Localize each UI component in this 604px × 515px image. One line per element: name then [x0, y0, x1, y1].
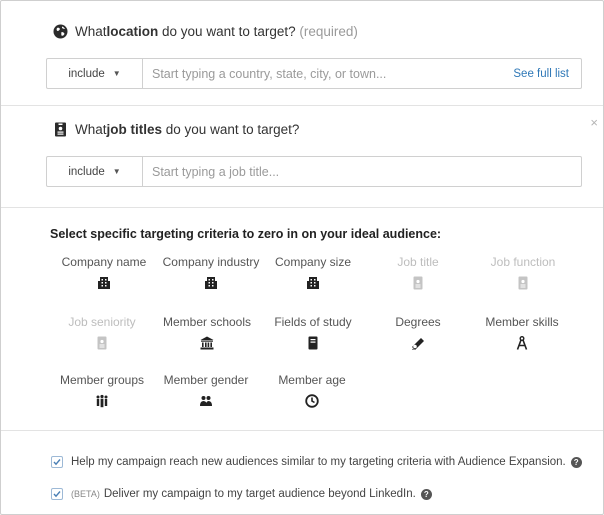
location-question-bold: location: [106, 24, 159, 39]
chevron-down-icon: ▼: [112, 167, 121, 176]
beyond-linkedin-option[interactable]: (BETA) Deliver my campaign to my target …: [51, 488, 432, 500]
badge-icon: [518, 276, 528, 290]
criteria-label: Company industry: [162, 255, 260, 269]
chevron-down-icon: ▼: [112, 69, 121, 78]
audience-expansion-checkbox[interactable]: [51, 456, 63, 468]
building-icon: [307, 277, 319, 289]
job-titles-include-dropdown[interactable]: include ▼: [47, 157, 143, 186]
criteria-member-gender[interactable]: Member gender: [151, 373, 261, 408]
criteria-company-size[interactable]: Company size: [258, 255, 368, 290]
job-titles-field: include ▼ Start typing a job title...: [46, 156, 582, 187]
criteria-fields-of-study[interactable]: Fields of study: [258, 315, 368, 350]
criteria-member-schools[interactable]: Member schools: [152, 315, 262, 350]
help-icon[interactable]: ?: [420, 488, 432, 500]
criteria-member-age[interactable]: Member age: [257, 373, 367, 408]
required-label: (required): [299, 24, 358, 39]
location-question-post: do you want to target?: [158, 24, 300, 39]
skills-icon: [516, 336, 528, 350]
criteria-job-function: Job function: [468, 255, 578, 290]
group-icon: [96, 394, 108, 408]
criteria-label: Member groups: [59, 373, 145, 387]
id-badge-icon: [53, 122, 68, 137]
help-icon[interactable]: ?: [570, 456, 582, 468]
location-include-dropdown[interactable]: include ▼: [47, 59, 143, 88]
section-divider: [1, 105, 603, 106]
criteria-label: Degrees: [395, 315, 441, 329]
beyond-linkedin-label: Deliver my campaign to my target audienc…: [103, 488, 416, 500]
job-titles-question-pre: What: [75, 122, 107, 137]
criteria-job-seniority: Job seniority: [47, 315, 157, 350]
clock-icon: [305, 394, 319, 408]
location-include-label: include: [68, 67, 105, 80]
section-divider: [1, 207, 603, 208]
badge-icon: [97, 336, 107, 350]
location-question: What location do you want to target? (re…: [53, 24, 358, 39]
criteria-label: Member age: [278, 373, 346, 387]
criteria-label: Fields of study: [274, 315, 352, 329]
criteria-label: Member skills: [485, 315, 559, 329]
criteria-label: Job title: [397, 255, 439, 269]
criteria-heading: Select specific targeting criteria to ze…: [50, 227, 442, 241]
job-titles-include-label: include: [68, 165, 105, 178]
beyond-linkedin-checkbox[interactable]: [51, 488, 63, 500]
job-titles-question-bold: job titles: [106, 122, 163, 137]
criteria-company-name[interactable]: Company name: [49, 255, 159, 290]
criteria-label: Member schools: [162, 315, 252, 329]
job-titles-question: What job titles do you want to target?: [53, 122, 299, 137]
criteria-member-skills[interactable]: Member skills: [467, 315, 577, 350]
criteria-label: Member gender: [163, 373, 249, 387]
badge-icon: [413, 276, 423, 290]
location-field: include ▼ Start typing a country, state,…: [46, 58, 582, 89]
see-full-list-link[interactable]: See full list: [513, 68, 581, 80]
criteria-label: Job function: [490, 255, 556, 269]
criteria-label: Company size: [274, 255, 352, 269]
gender-icon: [200, 396, 212, 406]
book-icon: [308, 336, 318, 350]
building-icon: [98, 277, 110, 289]
criteria-company-industry[interactable]: Company industry: [156, 255, 266, 290]
job-titles-search-input[interactable]: Start typing a job title...: [143, 165, 581, 179]
close-icon[interactable]: ×: [590, 115, 598, 130]
check-icon: [53, 459, 61, 466]
diploma-icon: [412, 338, 424, 350]
globe-icon: [53, 24, 68, 39]
audience-expansion-label: Help my campaign reach new audiences sim…: [71, 456, 566, 468]
building-icon: [205, 277, 217, 289]
criteria-label: Job seniority: [68, 315, 136, 329]
criteria-label: Company name: [61, 255, 147, 269]
criteria-job-title: Job title: [363, 255, 473, 290]
criteria-member-groups[interactable]: Member groups: [47, 373, 157, 408]
school-icon: [200, 336, 214, 350]
beta-tag: (BETA): [71, 489, 100, 499]
section-divider: [1, 430, 603, 431]
check-icon: [53, 491, 61, 498]
targeting-panel: What location do you want to target? (re…: [0, 0, 604, 515]
criteria-degrees[interactable]: Degrees: [363, 315, 473, 350]
location-search-input[interactable]: Start typing a country, state, city, or …: [143, 67, 513, 81]
audience-expansion-option[interactable]: Help my campaign reach new audiences sim…: [51, 456, 582, 468]
job-titles-question-post: do you want to target?: [162, 122, 300, 137]
location-question-pre: What: [75, 24, 107, 39]
